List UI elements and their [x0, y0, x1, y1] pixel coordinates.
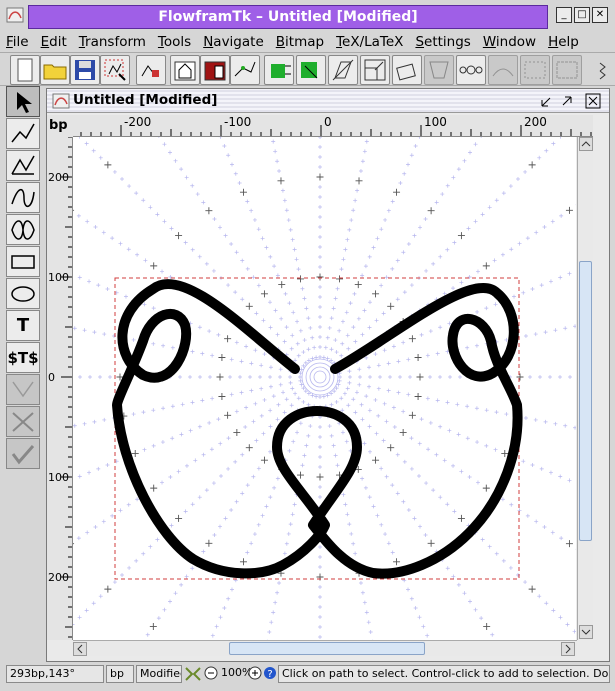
- ruler-top-label: 200: [524, 115, 547, 129]
- merge-path-icon[interactable]: [296, 55, 326, 85]
- modified-indicator: Modified: [136, 665, 182, 683]
- menu-edit[interactable]: Edit: [35, 32, 73, 52]
- scroll-up-button[interactable]: [579, 137, 593, 151]
- maximize-button[interactable]: □: [574, 7, 590, 23]
- open-line-tool-icon[interactable]: [6, 118, 40, 149]
- move-back-icon[interactable]: [200, 55, 230, 85]
- zoom-out-icon[interactable]: [204, 666, 218, 680]
- toolbar-overflow-icon[interactable]: [596, 57, 610, 83]
- vertical-ruler: 200 100 0 100 200: [47, 137, 73, 640]
- horizontal-ruler: -200 -100 0 100 200: [73, 115, 593, 137]
- ruler-left-label: 100: [48, 271, 69, 284]
- ruler-left-label: 200: [48, 171, 69, 184]
- ruler-top-label: 0: [324, 115, 332, 129]
- menu-file[interactable]: File: [0, 32, 35, 52]
- snap-grid-icon[interactable]: [184, 666, 202, 682]
- close-button[interactable]: ✕: [592, 7, 608, 23]
- select-tool-arrow-icon[interactable]: [6, 86, 40, 117]
- tool-palette: T $T$: [6, 86, 42, 470]
- unit-label: bp: [47, 115, 73, 137]
- position-readout: 293bp,143°: [6, 665, 104, 683]
- iconify-icon[interactable]: [539, 93, 555, 109]
- open-folder-icon[interactable]: [40, 55, 70, 85]
- pattern-icon[interactable]: [456, 55, 486, 85]
- ruler-top-label: -200: [124, 115, 151, 129]
- reduce-to-grey-icon: [424, 55, 454, 85]
- ruler-left-label: 100: [48, 471, 69, 484]
- info-icon: ?: [263, 666, 277, 680]
- menu-bitmap[interactable]: Bitmap: [270, 32, 330, 52]
- horizontal-scrollbar[interactable]: [73, 640, 577, 656]
- unit-selector[interactable]: bp: [106, 665, 134, 683]
- menu-tools[interactable]: Tools: [152, 32, 197, 52]
- document-window: Untitled [Modified] bp -200 -100 0 100 200 2…: [46, 88, 610, 662]
- text-tool-label: T: [16, 315, 30, 336]
- menu-window[interactable]: Window: [477, 32, 542, 52]
- document-title: Untitled [Modified]: [73, 92, 218, 108]
- document-titlebar: Untitled [Modified]: [47, 89, 609, 113]
- scroll-left-button[interactable]: [73, 642, 87, 656]
- ellipse-tool-icon[interactable]: [6, 278, 40, 309]
- abandon-path-icon: [6, 406, 40, 437]
- grid-lines-icon: [552, 55, 582, 85]
- skew-icon[interactable]: [328, 55, 358, 85]
- select-area-icon[interactable]: [100, 55, 130, 85]
- green-path-icon[interactable]: [264, 55, 294, 85]
- vertical-scroll-thumb[interactable]: [579, 261, 592, 541]
- document-icon: [52, 93, 70, 109]
- new-document-icon[interactable]: [10, 55, 40, 85]
- math-text-tool[interactable]: $T$: [6, 342, 40, 373]
- drawn-path[interactable]: [112, 279, 523, 579]
- text-tool[interactable]: T: [6, 310, 40, 341]
- closed-curve-tool-icon[interactable]: [6, 214, 40, 245]
- menu-tex-latex[interactable]: TeX/LaTeX: [330, 32, 409, 52]
- vertical-scrollbar[interactable]: [577, 137, 593, 640]
- move-front-icon[interactable]: [170, 55, 200, 85]
- open-curve-tool-icon[interactable]: [6, 182, 40, 213]
- ruler-left-label: 200: [48, 571, 69, 584]
- status-help-text: Click on path to select. Control-click t…: [278, 665, 610, 683]
- radial-grid: [73, 137, 576, 640]
- menu-bar: File Edit Transform Tools Navigate Bitmap TeX/…: [0, 32, 615, 52]
- menu-settings[interactable]: Settings: [409, 32, 476, 52]
- scale-icon[interactable]: [360, 55, 390, 85]
- zoom-in-icon[interactable]: [248, 666, 262, 680]
- zoom-level: 100%: [221, 666, 252, 679]
- menu-transform[interactable]: Transform: [73, 32, 152, 52]
- window-titlebar: FlowframTk – Untitled [Modified] _ □ ✕: [0, 0, 615, 32]
- close-document-icon[interactable]: [585, 93, 601, 109]
- closed-line-tool-icon[interactable]: [6, 150, 40, 181]
- edit-path-icon[interactable]: [136, 55, 166, 85]
- window-title: FlowframTk – Untitled [Modified]: [28, 5, 548, 29]
- ruler-top-label: 100: [424, 115, 447, 129]
- rectangle-tool-icon[interactable]: [6, 246, 40, 277]
- menu-help[interactable]: Help: [542, 32, 585, 52]
- menu-navigate[interactable]: Navigate: [197, 32, 270, 52]
- main-toolbar: [0, 52, 615, 86]
- rotate-icon[interactable]: [392, 55, 422, 85]
- join-path-icon[interactable]: [230, 55, 260, 85]
- accept-path-icon: [6, 438, 40, 469]
- math-tool-label: $T$: [7, 348, 39, 367]
- scroll-down-button[interactable]: [579, 625, 593, 639]
- app-icon: [6, 7, 24, 23]
- save-icon[interactable]: [70, 55, 100, 85]
- status-bar: 293bp,143° bp Modified 100% ? Click on p…: [0, 664, 615, 684]
- distort-icon: [488, 55, 518, 85]
- horizontal-scroll-thumb[interactable]: [229, 642, 425, 655]
- minimize-button[interactable]: _: [556, 7, 572, 23]
- ruler-top-label: -100: [224, 115, 251, 129]
- svg-text:?: ?: [267, 669, 272, 680]
- ruler-left-label: 0: [48, 371, 55, 384]
- grid-dots-icon: [520, 55, 550, 85]
- maximize-document-icon[interactable]: [559, 93, 575, 109]
- drawing-canvas[interactable]: [73, 137, 576, 640]
- finish-path-icon: [6, 374, 40, 405]
- scroll-right-button[interactable]: [561, 642, 575, 656]
